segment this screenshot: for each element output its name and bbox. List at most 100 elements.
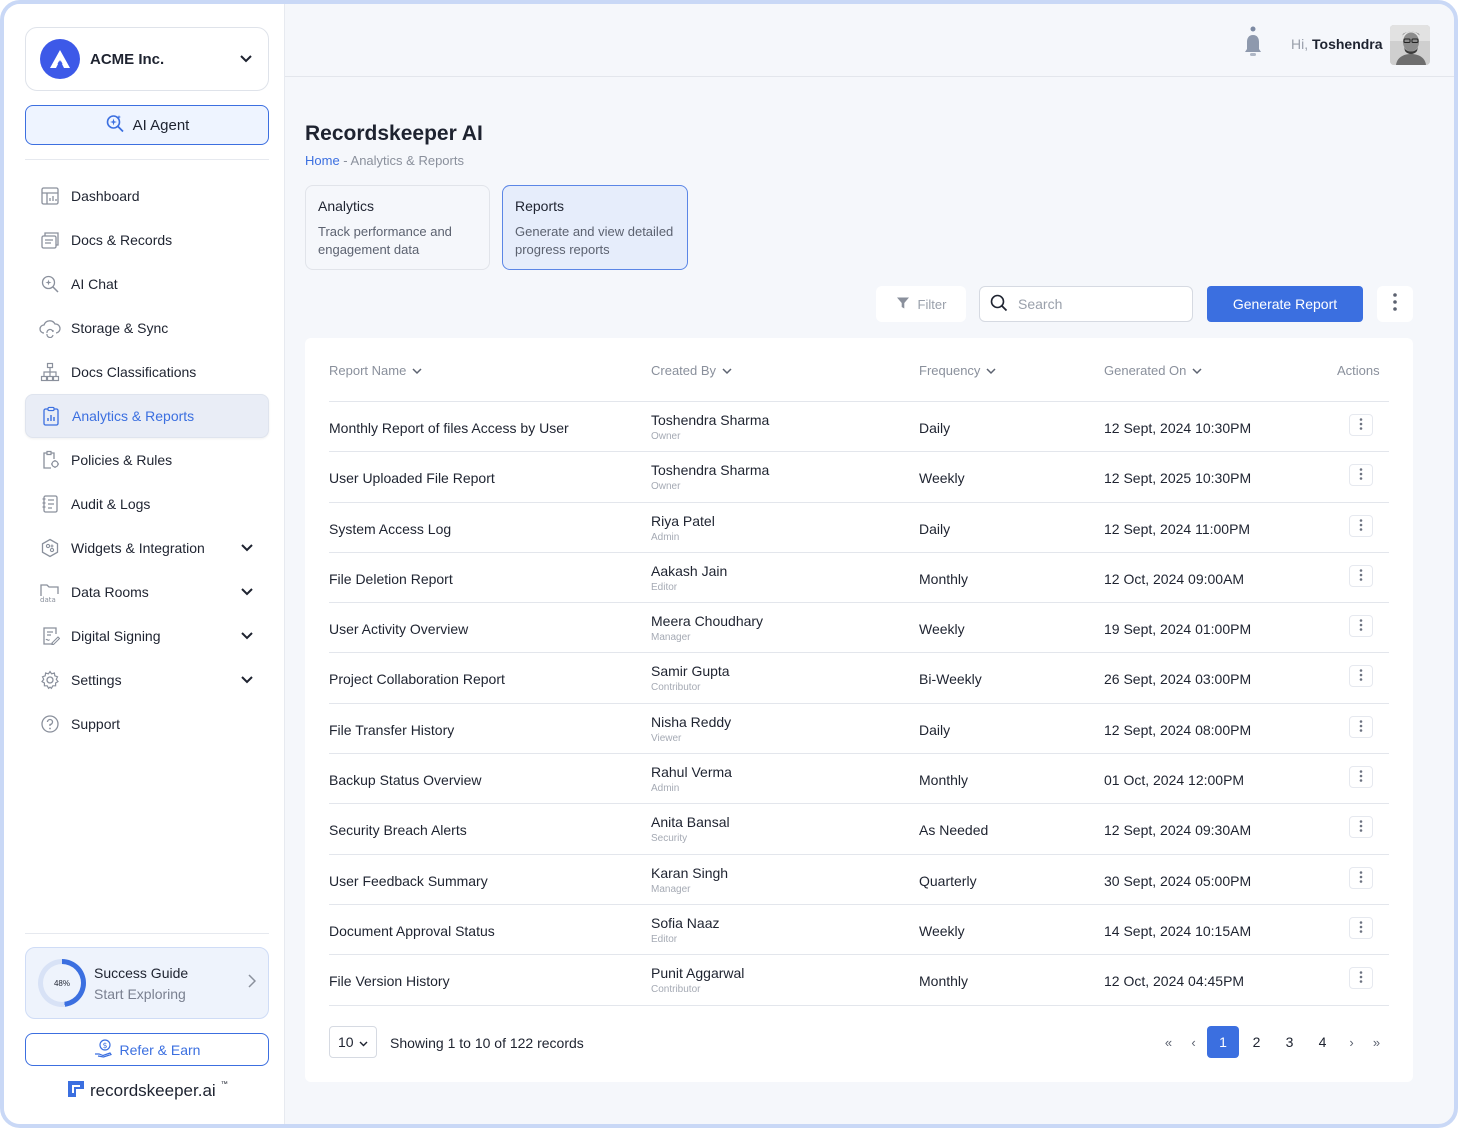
kebab-menu-icon — [1359, 920, 1363, 936]
frequency-cell: Quarterly — [919, 872, 977, 889]
generated-on-cell: 12 Oct, 2024 04:45PM — [1104, 973, 1245, 990]
sidebar-item-label: Docs Classifications — [71, 364, 197, 380]
column-header-frequency[interactable]: Frequency — [919, 363, 996, 378]
chevron-down-icon[interactable] — [239, 628, 255, 644]
table-row[interactable]: System Access Log Riya Patel Admin Daily 12 … — [329, 503, 1389, 553]
row-actions-button[interactable] — [1349, 766, 1373, 789]
search-box[interactable] — [979, 286, 1193, 322]
ai-agent-button[interactable]: AI Agent — [25, 105, 269, 145]
sidebar: ACME Inc. AI Agent Dashboard Docs & Reco… — [4, 4, 285, 1124]
sidebar-item-label: Widgets & Integration — [71, 540, 205, 556]
cloud-sync-icon — [39, 317, 61, 339]
generated-on-cell: 12 Oct, 2024 09:00AM — [1104, 570, 1245, 587]
notification-bell-icon[interactable] — [1242, 26, 1264, 65]
brand-mark-icon — [66, 1078, 86, 1103]
kebab-menu-icon — [1359, 668, 1363, 684]
avatar[interactable] — [1390, 25, 1430, 65]
sidebar-item-audit-logs[interactable]: Audit & Logs — [25, 482, 269, 526]
table-row[interactable]: Project Collaboration Report Samir Gupta C… — [329, 653, 1389, 704]
table-row[interactable]: Monthly Report of files Access by User To… — [329, 402, 1389, 453]
filter-button[interactable]: Filter — [876, 286, 966, 322]
row-actions-button[interactable] — [1349, 464, 1373, 487]
table-row[interactable]: File Transfer History Nisha Reddy Viewer Da… — [329, 704, 1389, 755]
sidebar-item-label: Digital Signing — [71, 628, 161, 644]
chevron-down-icon[interactable] — [238, 51, 254, 67]
first-page-button[interactable]: « — [1156, 1026, 1181, 1058]
kebab-menu-icon — [1393, 292, 1397, 316]
report-name-cell: Project Collaboration Report — [329, 671, 505, 688]
refer-earn-button[interactable]: $ Refer & Earn — [25, 1033, 269, 1066]
sidebar-item-analytics-reports[interactable]: Analytics & Reports — [25, 394, 269, 438]
report-name-cell: File Version History — [329, 973, 450, 990]
generated-on-cell: 19 Sept, 2024 01:00PM — [1104, 621, 1252, 638]
prev-page-button[interactable]: ‹ — [1181, 1026, 1206, 1058]
sidebar-item-docs-classifications[interactable]: Docs Classifications — [25, 350, 269, 394]
chevron-down-icon[interactable] — [239, 540, 255, 556]
sidebar-item-data-rooms[interactable]: data Data Rooms — [25, 570, 269, 614]
next-page-button[interactable]: › — [1339, 1026, 1364, 1058]
page-4-button[interactable]: 4 — [1306, 1026, 1339, 1058]
table-row[interactable]: User Uploaded File Report Toshendra Sharm… — [329, 452, 1389, 503]
frequency-cell: Monthly — [919, 973, 969, 990]
row-actions-button[interactable] — [1349, 514, 1373, 537]
breadcrumb-home-link[interactable]: Home — [305, 153, 340, 168]
column-header-generated-on[interactable]: Generated On — [1104, 363, 1202, 378]
sidebar-item-label: Data Rooms — [71, 584, 149, 600]
table-row[interactable]: Security Breach Alerts Anita Bansal Securi… — [329, 804, 1389, 855]
row-actions-button[interactable] — [1349, 615, 1373, 638]
brand-logo: recordskeeper.ai ™ — [66, 1078, 228, 1103]
sidebar-item-settings[interactable]: Settings — [25, 658, 269, 702]
row-actions-button[interactable] — [1349, 816, 1373, 839]
frequency-cell: Daily — [919, 721, 951, 738]
org-switcher[interactable]: ACME Inc. — [25, 27, 269, 91]
report-name-cell: Backup Status Overview — [329, 772, 482, 789]
sidebar-item-support[interactable]: Support — [25, 702, 269, 746]
column-header-created-by[interactable]: Created By — [651, 363, 732, 378]
more-options-button[interactable] — [1377, 286, 1413, 322]
row-actions-button[interactable] — [1349, 967, 1373, 990]
chevron-down-icon[interactable] — [239, 584, 255, 600]
table-row[interactable]: File Version History Punit Aggarwal Contri… — [329, 955, 1389, 1006]
creator-role: Editor — [651, 933, 678, 945]
search-input[interactable] — [1018, 296, 1178, 312]
row-actions-button[interactable] — [1349, 916, 1373, 939]
org-logo-icon — [40, 39, 80, 79]
table-row[interactable]: Document Approval Status Sofia Naaz Editor… — [329, 905, 1389, 956]
table-row[interactable]: User Feedback Summary Karan Singh Manager Q… — [329, 855, 1389, 905]
table-row[interactable]: Backup Status Overview Rahul Verma Admin Mo… — [329, 754, 1389, 805]
row-actions-button[interactable] — [1349, 715, 1373, 738]
success-guide-card[interactable]: 48% Success Guide Start Exploring — [25, 947, 269, 1019]
sidebar-item-label: AI Chat — [71, 276, 118, 292]
report-name-cell: File Deletion Report — [329, 570, 453, 587]
generated-on-cell: 12 Sept, 2024 09:30AM — [1104, 822, 1252, 839]
row-actions-button[interactable] — [1349, 414, 1373, 436]
column-header-label: Generated On — [1104, 363, 1187, 378]
creator-role: Owner — [651, 481, 681, 493]
generate-report-button[interactable]: Generate Report — [1207, 286, 1363, 322]
widgets-icon — [39, 537, 61, 559]
tab-analytics[interactable]: Analytics Track performance and engageme… — [305, 185, 490, 270]
row-actions-button[interactable] — [1349, 564, 1373, 587]
last-page-button[interactable]: » — [1364, 1026, 1389, 1058]
sidebar-item-docs-records[interactable]: Docs & Records — [25, 218, 269, 262]
column-header-report-name[interactable]: Report Name — [329, 363, 422, 378]
user-greeting: Hi, Toshendra — [1291, 36, 1383, 52]
page-3-button[interactable]: 3 — [1273, 1026, 1306, 1058]
pagination: « ‹ 1 2 3 4 › » — [1156, 1026, 1389, 1058]
row-actions-button[interactable] — [1349, 866, 1373, 889]
row-actions-button[interactable] — [1349, 665, 1373, 688]
rows-per-page-select[interactable]: 10 — [329, 1026, 377, 1058]
chevron-down-icon[interactable] — [239, 672, 255, 688]
table-row[interactable]: User Activity Overview Meera Choudhary Man… — [329, 603, 1389, 654]
sidebar-item-storage-sync[interactable]: Storage & Sync — [25, 306, 269, 350]
sidebar-item-policies-rules[interactable]: Policies & Rules — [25, 438, 269, 482]
sidebar-item-dashboard[interactable]: Dashboard — [25, 174, 269, 218]
sidebar-item-widgets-integration[interactable]: Widgets & Integration — [25, 526, 269, 570]
sidebar-item-ai-chat[interactable]: AI Chat — [25, 262, 269, 306]
refer-earn-label: Refer & Earn — [119, 1041, 201, 1058]
sidebar-item-digital-signing[interactable]: Digital Signing — [25, 614, 269, 658]
page-2-button[interactable]: 2 — [1240, 1026, 1273, 1058]
tab-reports[interactable]: Reports Generate and view detailed progr… — [502, 185, 688, 270]
page-1-button[interactable]: 1 — [1207, 1026, 1239, 1058]
table-row[interactable]: File Deletion Report Aakash Jain Editor Mon… — [329, 553, 1389, 604]
